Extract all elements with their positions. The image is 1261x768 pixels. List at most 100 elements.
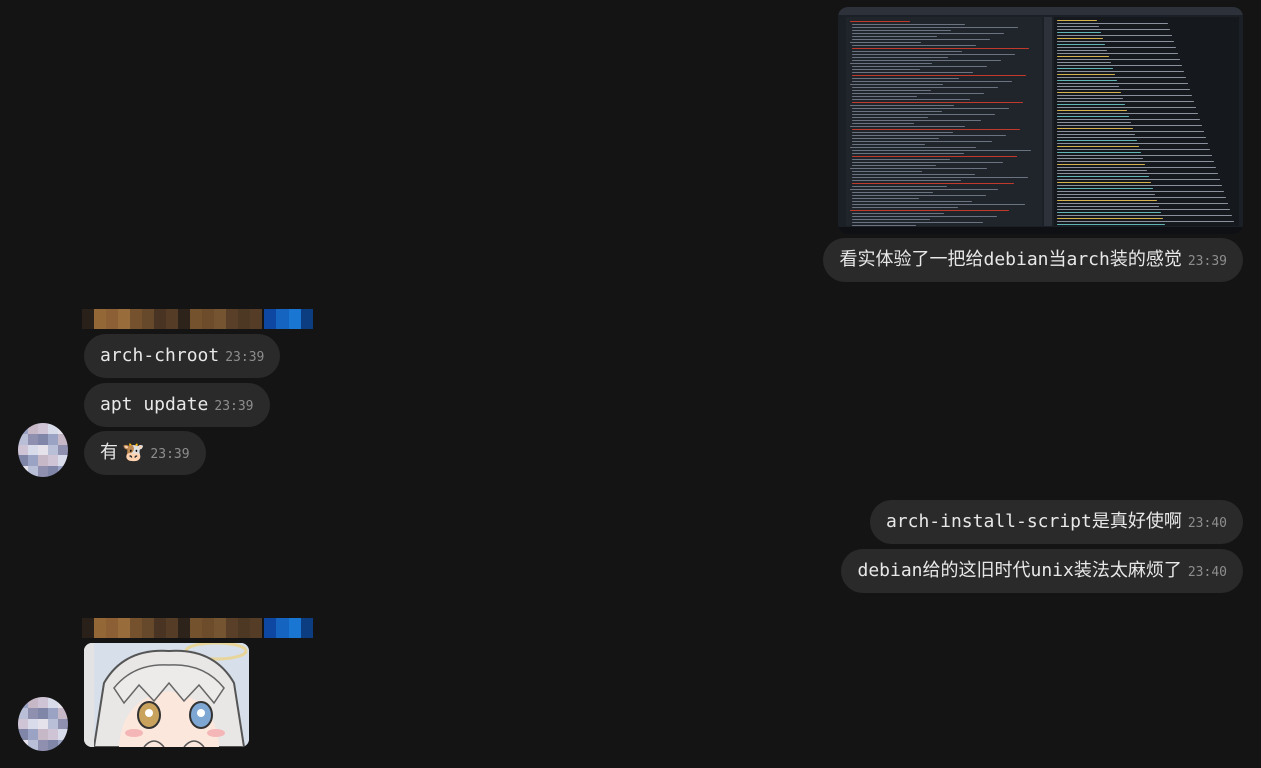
avatar-pixel — [38, 423, 48, 434]
screenshot-terminal-line — [1057, 143, 1208, 144]
screenshot-text-line — [852, 123, 914, 124]
screenshot-text-line — [852, 102, 1023, 103]
avatar-pixel — [38, 444, 48, 456]
screenshot-terminal-line — [1057, 194, 1155, 195]
screenshot-terminal-line — [1057, 185, 1222, 186]
screenshot-terminal-line — [1057, 38, 1103, 39]
screenshot-text-line — [852, 150, 1031, 151]
screenshot-terminal-line — [1057, 203, 1228, 204]
screenshot-text-line — [852, 93, 984, 94]
sender-tag-redacted — [264, 618, 313, 638]
screenshot-text-line — [852, 225, 916, 226]
screenshot-terminal-line — [1057, 134, 1135, 135]
message-bubble-incoming[interactable]: apt update 23:39 — [84, 383, 270, 427]
screenshot-text-line — [852, 111, 942, 112]
redacted-pixel — [130, 309, 142, 329]
message-bubble-outgoing[interactable]: 看实体验了一把给debian当arch装的感觉 23:39 — [823, 238, 1243, 282]
redacted-pixel — [94, 618, 106, 638]
screenshot-terminal-line — [1057, 104, 1125, 105]
screenshot-text-line — [852, 75, 1026, 76]
screenshot-terminal-line — [1057, 86, 1119, 87]
redacted-pixel — [130, 618, 142, 638]
avatar[interactable] — [18, 697, 68, 751]
redacted-pixel — [288, 618, 301, 638]
screenshot-text-line — [852, 216, 997, 217]
message-text: arch-chroot — [100, 345, 220, 366]
avatar-pixel — [28, 444, 38, 456]
screenshot-terminal-line — [1057, 209, 1230, 210]
avatar-pixel — [38, 718, 48, 730]
screenshot-text-line — [852, 78, 959, 79]
screenshot-terminal-line — [1057, 164, 1145, 165]
avatar-pixel — [58, 444, 68, 456]
redacted-pixel — [276, 618, 289, 638]
message-text: arch-install-script是真好使啊 — [885, 511, 1182, 532]
screenshot-terminal-line — [1057, 149, 1210, 150]
avatar-pixel — [18, 455, 28, 467]
screenshot-text-line — [852, 183, 1014, 184]
screenshot-text-line — [852, 96, 917, 97]
avatar[interactable] — [18, 423, 68, 477]
redacted-pixel — [166, 309, 178, 329]
screenshot-text-line — [852, 222, 983, 223]
screenshot-terminal-line — [1057, 29, 1170, 30]
screenshot-text-line — [852, 186, 947, 187]
screenshot-terminal-line — [1057, 206, 1159, 207]
screenshot-terminal-line — [1057, 161, 1214, 162]
avatar-pixel — [48, 718, 58, 730]
screenshot-terminal-line — [1057, 20, 1097, 21]
screenshot-terminal-line — [1057, 212, 1161, 213]
screenshot-text-line — [852, 48, 1029, 49]
avatar-pixel — [58, 455, 68, 467]
screenshot-terminal-line — [1057, 23, 1168, 24]
message-bubble-incoming[interactable]: 有 🐮 23:39 — [84, 431, 206, 475]
screenshot-terminal-line — [1057, 218, 1163, 219]
cow-face-icon: 🐮 — [122, 442, 145, 463]
screenshot-terminal-line — [1057, 200, 1157, 201]
screenshot-text-line — [852, 201, 972, 202]
avatar-pixel — [38, 466, 48, 477]
avatar-pixel — [38, 740, 48, 751]
screenshot-terminal-line — [1057, 59, 1180, 60]
screenshot-terminal-line — [1057, 92, 1121, 93]
avatar-pixel — [48, 423, 58, 434]
message-bubble-outgoing[interactable]: debian给的这旧时代unix装法太麻烦了 23:40 — [841, 549, 1243, 593]
redacted-pixel — [166, 618, 178, 638]
message-bubble-outgoing[interactable]: arch-install-script是真好使啊 23:40 — [869, 500, 1243, 544]
screenshot-text-line — [852, 156, 1017, 157]
screenshot-terminal-line — [1057, 131, 1204, 132]
redacted-pixel — [106, 618, 118, 638]
redacted-pixel — [276, 309, 289, 329]
screenshot-text-line — [852, 36, 937, 37]
redacted-pixel — [190, 309, 202, 329]
avatar-pixel — [48, 729, 58, 741]
screenshot-text-line — [850, 21, 910, 22]
screenshot-terminal-line — [1057, 215, 1232, 216]
screenshot-terminal-line — [1057, 182, 1151, 183]
screenshot-text-line — [850, 168, 987, 169]
redacted-pixel — [142, 309, 154, 329]
screenshot-text-line — [852, 66, 987, 67]
screenshot-text-line — [852, 153, 964, 154]
avatar-pixel — [28, 423, 38, 434]
screenshot-terminal-pane — [1054, 17, 1239, 228]
screenshot-terminal-line — [1057, 53, 1178, 54]
screenshot-terminal-line — [1057, 65, 1182, 66]
avatar-pixel — [58, 718, 68, 730]
screenshot-terminal-line — [1057, 158, 1143, 159]
screenshot-text-line — [852, 90, 931, 91]
message-bubble-incoming[interactable]: arch-chroot 23:39 — [84, 334, 281, 378]
anime-girl-sticker[interactable] — [84, 643, 249, 747]
screenshot-text-line — [852, 24, 965, 25]
screenshot-terminal-line — [1057, 125, 1202, 126]
redacted-pixel — [226, 309, 238, 329]
screenshot-terminal-line — [1057, 98, 1123, 99]
screenshot-text-line — [850, 84, 943, 85]
screenshot-terminal-line — [1057, 146, 1139, 147]
screenshot-terminal-line — [1057, 32, 1101, 33]
screenshot-text-line — [850, 105, 954, 106]
screenshot-text-line — [852, 39, 990, 40]
shared-screenshot-image[interactable] — [838, 7, 1243, 234]
avatar-pixel — [28, 433, 38, 445]
screenshot-terminal-line — [1057, 116, 1129, 117]
